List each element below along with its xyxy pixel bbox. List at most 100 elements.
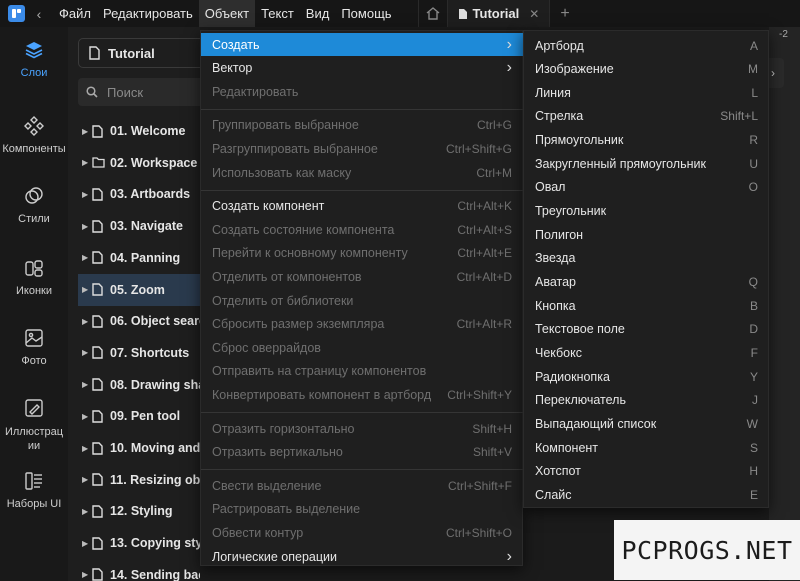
menu-item-2[interactable]: Редактировать <box>201 80 524 103</box>
new-tab-button[interactable]: + <box>560 5 569 23</box>
menu-item-13[interactable]: Сбросить размер экземпляра Ctrl+Alt+R <box>201 313 524 336</box>
expand-arrow-icon[interactable]: ▶ <box>78 222 92 231</box>
menu-item-4[interactable]: Группировать выбранное Ctrl+G <box>201 114 524 137</box>
submenu-item-10[interactable]: Аватар Q <box>524 271 770 294</box>
menu-item-1[interactable]: Вектор › <box>201 57 524 80</box>
menu-0[interactable]: Файл <box>53 0 97 27</box>
menu-1[interactable]: Редактировать <box>97 0 199 27</box>
expand-arrow-icon[interactable]: ▶ <box>78 127 92 136</box>
menu-item-shortcut: Ctrl+G <box>476 118 512 133</box>
chevron-left-icon[interactable]: ‹ <box>29 6 49 22</box>
expand-arrow-icon[interactable]: ▶ <box>78 475 92 484</box>
app-logo-icon[interactable] <box>8 5 25 22</box>
submenu-item-5[interactable]: Закругленный прямоугольник U <box>524 152 770 175</box>
panel-title[interactable]: Tutorial <box>78 38 200 68</box>
menu-item-9[interactable]: Создать состояние компонента Ctrl+Alt+S <box>201 218 524 241</box>
layer-row[interactable]: ▶ 01. Welcome <box>78 115 200 147</box>
layer-row[interactable]: ▶ 06. Object search <box>78 305 200 337</box>
menu-3[interactable]: Текст <box>255 0 300 27</box>
submenu-item-3[interactable]: Стрелка Shift+L <box>524 105 770 128</box>
menu-item-8[interactable]: Создать компонент Ctrl+Alt+K <box>201 195 524 218</box>
menu-item-11[interactable]: Отделить от компонентов Ctrl+Alt+D <box>201 265 524 288</box>
submenu-item-15[interactable]: Переключатель J <box>524 389 770 412</box>
rail-item-2[interactable]: Стили <box>0 185 68 225</box>
expand-arrow-icon[interactable]: ▶ <box>78 380 92 389</box>
layer-row[interactable]: ▶ 10. Moving and <box>78 432 200 464</box>
layer-label: 12. Styling <box>110 504 173 519</box>
menu-2[interactable]: Объект <box>198 0 256 27</box>
expand-arrow-icon[interactable]: ▶ <box>78 158 92 167</box>
tab-document[interactable]: Tutorial ✕ <box>447 0 551 27</box>
expand-arrow-icon[interactable]: ▶ <box>78 507 92 516</box>
menu-5[interactable]: Помощь <box>335 0 397 27</box>
rail-item-4[interactable]: Фото <box>0 327 68 367</box>
page-icon <box>92 188 110 201</box>
close-icon[interactable]: ✕ <box>529 7 539 21</box>
layer-row[interactable]: ▶ 07. Shortcuts <box>78 337 200 369</box>
menu-4[interactable]: Вид <box>300 0 336 27</box>
layer-row[interactable]: ▶ 12. Styling <box>78 495 200 527</box>
layer-row[interactable]: ▶ 03. Navigate <box>78 210 200 242</box>
menu-item-21[interactable]: Свести выделение Ctrl+Shift+F <box>201 474 524 497</box>
menu-item-6[interactable]: Использовать как маску Ctrl+M <box>201 161 524 184</box>
submenu-item-6[interactable]: Овал O <box>524 176 770 199</box>
layer-row[interactable]: ▶ 04. Panning <box>78 242 200 274</box>
page-icon <box>92 378 110 391</box>
submenu-item-0[interactable]: Артборд A <box>524 34 770 57</box>
submenu-item-11[interactable]: Кнопка B <box>524 294 770 317</box>
submenu-item-18[interactable]: Хотспот H <box>524 460 770 483</box>
menu-item-10[interactable]: Перейти к основному компоненту Ctrl+Alt+E <box>201 242 524 265</box>
menu-item-label: Отделить от библиотеки <box>212 293 354 308</box>
submenu-item-7[interactable]: Треугольник <box>524 200 770 223</box>
rail-item-3[interactable]: Иконки <box>0 257 68 297</box>
menu-item-24[interactable]: Логические операции › <box>201 545 524 568</box>
menu-item-5[interactable]: Разгруппировать выбранное Ctrl+Shift+G <box>201 137 524 160</box>
search-box[interactable] <box>78 78 200 106</box>
expand-arrow-icon[interactable]: ▶ <box>78 444 92 453</box>
submenu-item-13[interactable]: Чекбокс F <box>524 341 770 364</box>
submenu-item-9[interactable]: Звезда <box>524 247 770 270</box>
layer-row[interactable]: ▶ 03. Artboards <box>78 178 200 210</box>
layer-row[interactable]: ▶ 02. Workspace <box>78 147 200 179</box>
layer-row[interactable]: ▶ 05. Zoom <box>78 273 200 306</box>
expand-arrow-icon[interactable]: ▶ <box>78 317 92 326</box>
expand-arrow-icon[interactable]: ▶ <box>78 190 92 199</box>
menu-item-19[interactable]: Отразить вертикально Shift+V <box>201 441 524 464</box>
menu-item-22[interactable]: Растрировать выделение <box>201 498 524 521</box>
rail-item-5[interactable]: Иллюстрации <box>0 397 68 453</box>
rail-item-6[interactable]: Наборы UI <box>0 470 68 510</box>
expand-arrow-icon[interactable]: ▶ <box>78 570 92 579</box>
expand-arrow-icon[interactable]: ▶ <box>78 539 92 548</box>
expand-arrow-icon[interactable]: ▶ <box>78 348 92 357</box>
menu-item-14[interactable]: Сброс оверрайдов <box>201 336 524 359</box>
layer-row[interactable]: ▶ 11. Resizing objects <box>78 464 200 496</box>
menu-item-15[interactable]: Отправить на страницу компонентов <box>201 360 524 383</box>
submenu-item-1[interactable]: Изображение M <box>524 58 770 81</box>
search-input[interactable] <box>107 84 200 100</box>
rail-item-1[interactable]: Компоненты <box>0 115 68 155</box>
submenu-item-16[interactable]: Выпадающий список W <box>524 412 770 435</box>
menu-item-16[interactable]: Конвертировать компонент в артборд Ctrl+S… <box>201 383 524 406</box>
submenu-item-12[interactable]: Текстовое поле D <box>524 318 770 341</box>
menu-item-23[interactable]: Обвести контур Ctrl+Shift+O <box>201 521 524 544</box>
menu-item-shortcut: Ctrl+Alt+S <box>457 222 512 237</box>
submenu-item-19[interactable]: Слайс E <box>524 483 770 506</box>
submenu-item-4[interactable]: Прямоугольник R <box>524 129 770 152</box>
submenu-item-8[interactable]: Полигон <box>524 223 770 246</box>
submenu-item-17[interactable]: Компонент S <box>524 436 770 459</box>
home-icon[interactable] <box>417 0 448 27</box>
rail-item-0[interactable]: Слои <box>0 39 68 79</box>
menu-item-18[interactable]: Отразить горизонтально Shift+H <box>201 417 524 440</box>
menu-item-0[interactable]: Создать › <box>201 33 524 56</box>
layer-row[interactable]: ▶ 13. Copying styles <box>78 527 200 559</box>
submenu-item-label: Прямоугольник <box>535 133 624 148</box>
submenu-item-2[interactable]: Линия L <box>524 81 770 104</box>
menu-item-12[interactable]: Отделить от библиотеки <box>201 289 524 312</box>
layer-row[interactable]: ▶ 08. Drawing shapes <box>78 369 200 401</box>
layer-row[interactable]: ▶ 09. Pen tool <box>78 400 200 432</box>
layer-row[interactable]: ▶ 14. Sending back and forward <box>78 559 200 581</box>
submenu-item-14[interactable]: Радиокнопка Y <box>524 365 770 388</box>
expand-arrow-icon[interactable]: ▶ <box>78 285 92 294</box>
expand-arrow-icon[interactable]: ▶ <box>78 412 92 421</box>
expand-arrow-icon[interactable]: ▶ <box>78 253 92 262</box>
